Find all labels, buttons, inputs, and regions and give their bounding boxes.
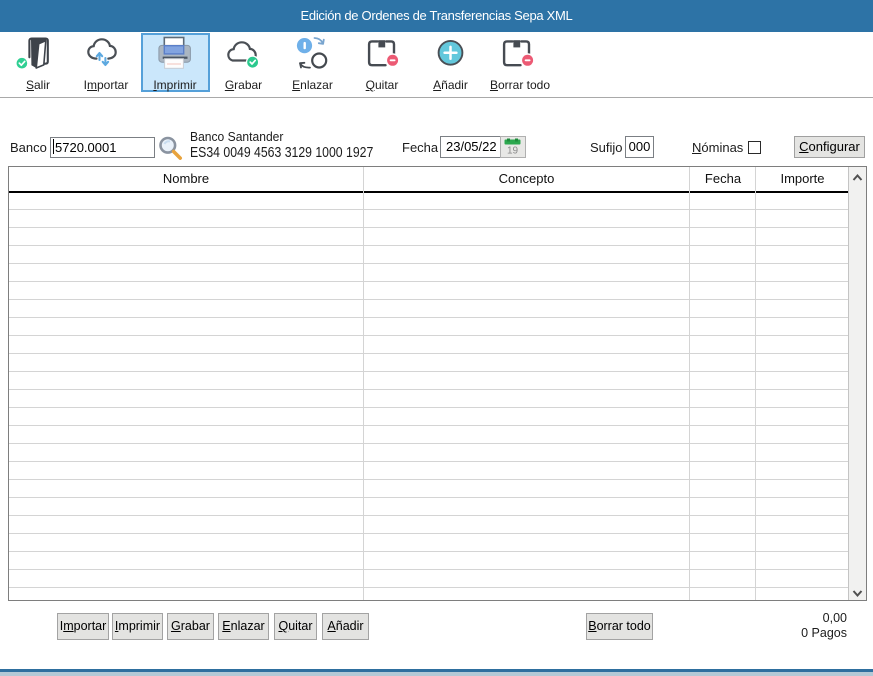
svg-text:19: 19 <box>507 146 519 157</box>
